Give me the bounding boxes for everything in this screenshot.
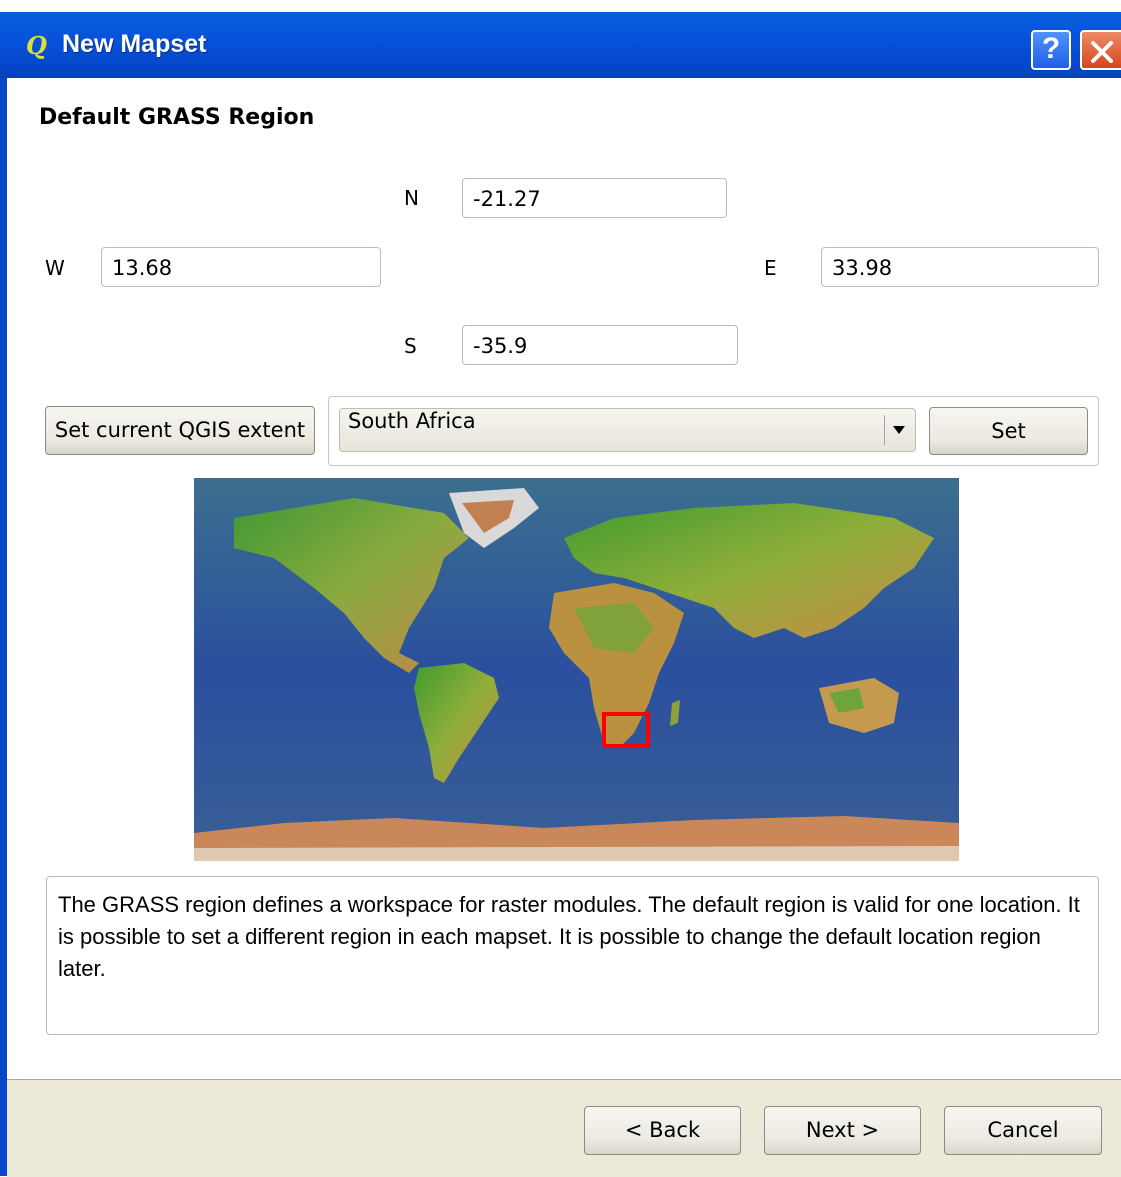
dropdown-separator <box>884 415 885 445</box>
set-region-button[interactable]: Set <box>929 407 1088 455</box>
selected-region-highlight <box>602 712 650 748</box>
cancel-button[interactable]: Cancel <box>944 1106 1102 1155</box>
window-left-border <box>0 78 7 1176</box>
west-field[interactable]: 13.68 <box>101 247 381 287</box>
chevron-down-icon[interactable] <box>893 426 905 434</box>
east-field[interactable]: 33.98 <box>821 247 1099 287</box>
qgis-app-icon: Q <box>26 31 47 60</box>
set-current-qgis-extent-button[interactable]: Set current QGIS extent <box>45 406 315 455</box>
window-title: New Mapset <box>62 30 207 58</box>
next-button[interactable]: Next > <box>764 1106 921 1155</box>
east-label: E <box>764 256 777 280</box>
world-map[interactable] <box>194 478 959 861</box>
north-label: N <box>404 186 419 210</box>
region-select[interactable]: South Africa <box>339 408 916 452</box>
help-button[interactable]: ? <box>1031 30 1071 70</box>
page-heading: Default GRASS Region <box>39 105 315 130</box>
north-field[interactable]: -21.27 <box>462 178 727 218</box>
south-field[interactable]: -35.9 <box>462 325 738 365</box>
region-description-text: The GRASS region defines a workspace for… <box>46 876 1099 1035</box>
title-bar[interactable]: Q New Mapset ? <box>0 0 1121 78</box>
world-map-image <box>194 478 959 861</box>
west-label: W <box>45 256 65 280</box>
close-x-icon <box>1091 41 1113 63</box>
south-label: S <box>404 334 417 358</box>
back-button[interactable]: < Back <box>584 1106 741 1155</box>
title-bar-edge <box>0 0 1121 12</box>
question-mark-icon: ? <box>1041 32 1061 65</box>
close-button[interactable] <box>1080 30 1121 70</box>
region-select-value: South Africa <box>348 409 476 433</box>
